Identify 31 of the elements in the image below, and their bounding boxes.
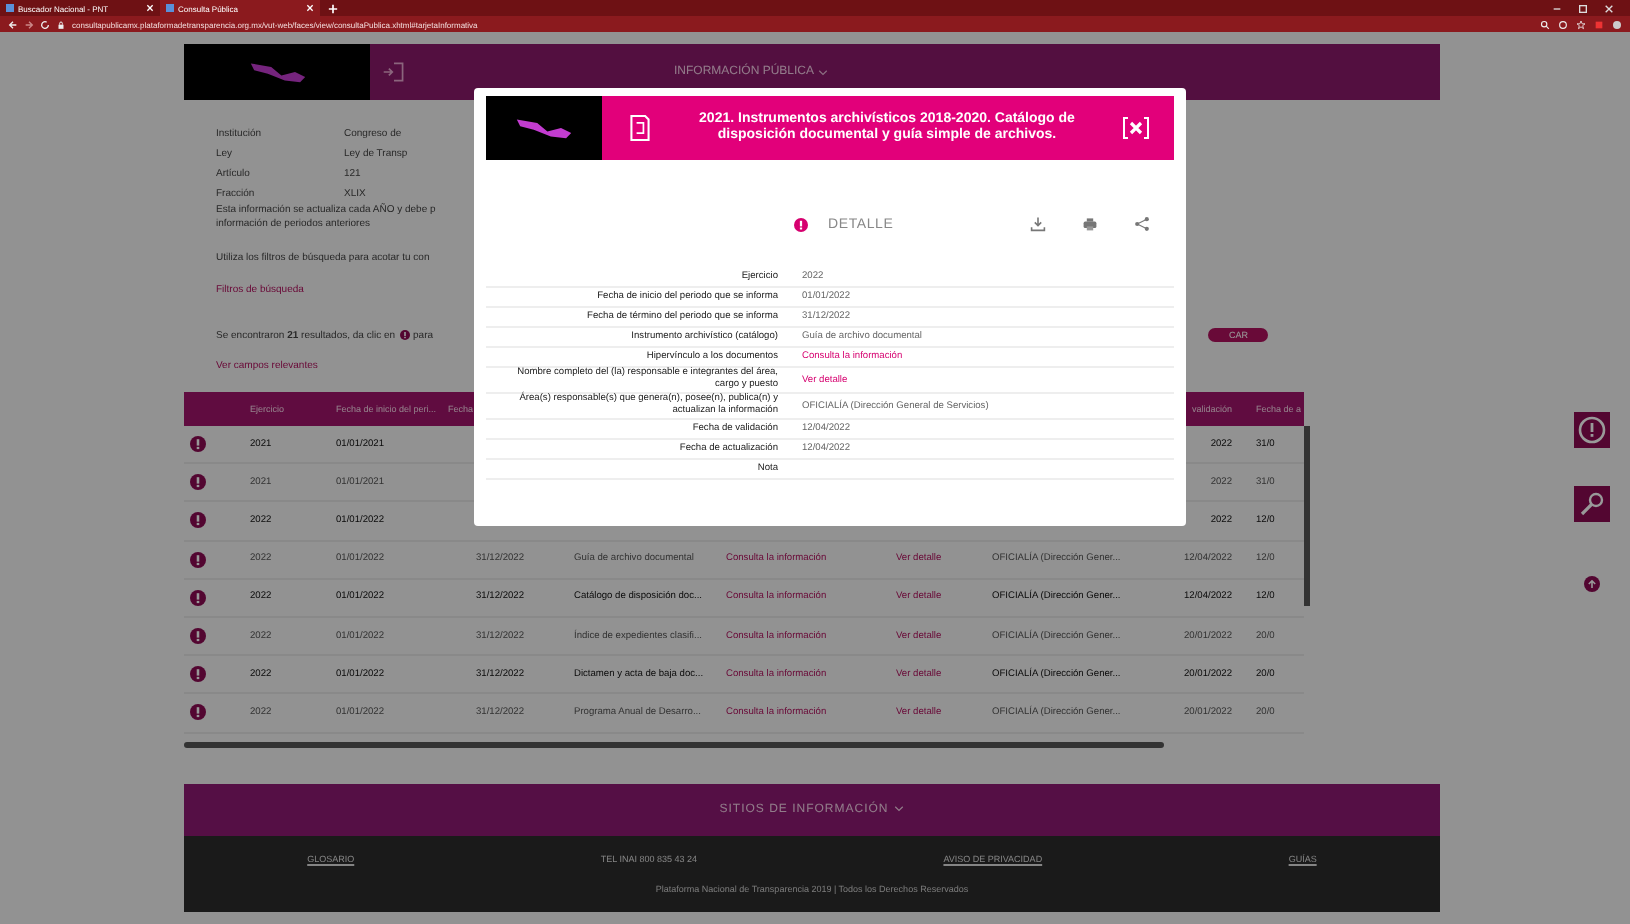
minimize-icon[interactable] bbox=[1552, 3, 1562, 13]
maximize-icon[interactable] bbox=[1578, 3, 1588, 13]
back-icon[interactable] bbox=[8, 19, 18, 29]
info-icon[interactable] bbox=[190, 666, 206, 683]
share-icon[interactable] bbox=[1134, 216, 1150, 232]
alert-button[interactable] bbox=[1574, 412, 1610, 448]
info-icon[interactable] bbox=[190, 704, 206, 721]
search-icon[interactable] bbox=[1540, 19, 1550, 29]
profile-icon[interactable] bbox=[1612, 19, 1622, 29]
print-icon[interactable] bbox=[1082, 216, 1098, 232]
forward-icon[interactable] bbox=[24, 19, 34, 29]
reload-icon[interactable] bbox=[40, 19, 50, 29]
info-icon bbox=[399, 330, 410, 340]
scrollbar[interactable] bbox=[184, 741, 1164, 747]
info-icon[interactable] bbox=[190, 474, 206, 491]
new-tab-icon[interactable] bbox=[328, 3, 338, 13]
lock-icon bbox=[56, 19, 66, 29]
close-icon[interactable] bbox=[1604, 3, 1614, 13]
chevron-icon bbox=[894, 806, 905, 812]
info-icon[interactable] bbox=[190, 436, 206, 453]
info-icon[interactable] bbox=[190, 589, 206, 606]
info-icon[interactable] bbox=[190, 512, 206, 529]
info-icon[interactable] bbox=[190, 551, 206, 568]
download-icon[interactable] bbox=[1030, 216, 1046, 232]
chevron-icon bbox=[818, 69, 829, 75]
info-icon bbox=[794, 217, 808, 231]
favicon-icon bbox=[166, 4, 174, 12]
scroll-up-button[interactable] bbox=[1584, 576, 1600, 592]
info-icon[interactable] bbox=[190, 628, 206, 645]
favicon-icon bbox=[6, 4, 14, 12]
star-icon[interactable] bbox=[1576, 19, 1586, 29]
